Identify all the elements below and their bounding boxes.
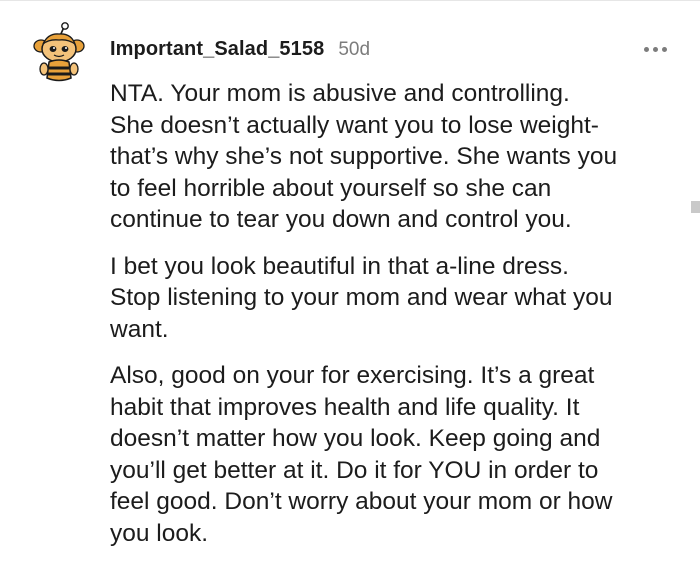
comment-body: NTA. Your mom is abusive and controlling…: [110, 78, 682, 564]
snoo-avatar-icon[interactable]: [30, 22, 88, 84]
comment-age[interactable]: 50d: [338, 39, 370, 61]
more-horizontal-icon-dot-3: [661, 46, 667, 52]
comment-header: Important_Salad_5158 50d: [110, 38, 370, 64]
comment-line: you look.: [110, 519, 209, 547]
comment-paragraph: NTA. Your mom is abusive and controlling…: [110, 78, 682, 236]
scrollbar-thumb[interactable]: [691, 201, 700, 213]
more-horizontal-icon-dot-2: [652, 46, 658, 52]
comment-line: Stop listening to your mom and wear what…: [110, 284, 613, 311]
comment-line: doesn’t matter how you look. Keep going …: [110, 425, 601, 452]
comment-line: you’ll get better at it. Do it for YOU i…: [110, 456, 599, 484]
more-options-button[interactable]: [638, 38, 672, 60]
comment-line: to feel horrible about yourself so she c…: [110, 174, 552, 202]
comment-line: that’s why she’s not supportive. She wan…: [110, 143, 618, 170]
comment-author[interactable]: Important_Salad_5158: [110, 38, 324, 61]
comment-line: feel good. Don’t worry about your mom or…: [110, 488, 613, 515]
more-horizontal-icon: [643, 46, 649, 52]
comment-line: want.: [110, 315, 169, 343]
comment-line: I bet you look beautiful in that a-line …: [110, 252, 569, 280]
comment-line: Also, good on your for exercising. It’s …: [110, 362, 595, 389]
comment-paragraph: I bet you look beautiful in that a-line …: [110, 251, 682, 346]
comment-paragraph: Also, good on your for exercising. It’s …: [110, 360, 682, 549]
comment-line: habit that improves health and life qual…: [110, 393, 580, 421]
comment-line: continue to tear you down and control yo…: [110, 206, 572, 233]
comment: Important_Salad_5158 50d NTA. Your mom i…: [0, 0, 700, 580]
comment-line: She doesn’t actually want you to lose we…: [110, 111, 599, 139]
comment-line: NTA. Your mom is abusive and controlling…: [110, 80, 570, 107]
